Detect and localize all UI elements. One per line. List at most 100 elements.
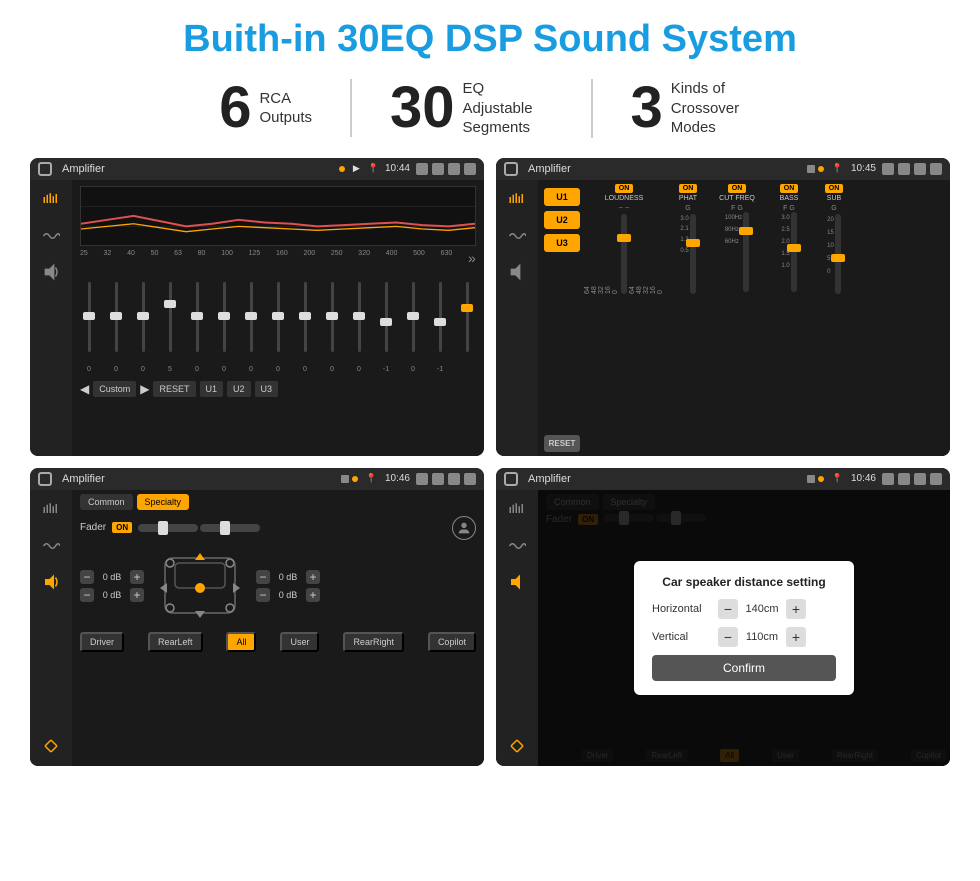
vol-rl-minus[interactable]: −	[80, 588, 94, 602]
phat-toggle[interactable]: ON	[679, 184, 698, 193]
home-icon-3[interactable]	[38, 472, 52, 486]
eq-slider-1[interactable]	[107, 272, 125, 362]
stats-row: 6 RCAOutputs 30 EQ AdjustableSegments 3 …	[30, 79, 950, 138]
fader-slider-2[interactable]	[200, 524, 260, 532]
cutfreq-label: CUT FREQ	[719, 195, 755, 202]
eq-slider-5[interactable]	[215, 272, 233, 362]
copilot-btn[interactable]: Copilot	[428, 632, 476, 652]
vol-rl-value: 0 dB	[98, 590, 126, 600]
eq-u2-btn[interactable]: U2	[227, 381, 251, 397]
driver-btn[interactable]: Driver	[80, 632, 124, 652]
fader-sliders	[138, 524, 260, 532]
bass-slider[interactable]	[791, 212, 797, 292]
horizontal-plus-btn[interactable]: +	[786, 599, 806, 619]
sidebar-speaker-icon-2[interactable]	[505, 260, 529, 284]
horizontal-value: 140cm	[742, 603, 782, 615]
vertical-minus-btn[interactable]: −	[718, 627, 738, 647]
status-dot-4	[818, 476, 824, 482]
eq-prev-btn[interactable]: ◀	[80, 382, 89, 396]
sub-label: SUB	[827, 195, 841, 202]
sidebar-arrows-icon-3[interactable]	[39, 734, 63, 758]
vol-fr-plus[interactable]: +	[306, 570, 320, 584]
sidebar-wave-icon-4[interactable]	[505, 534, 529, 558]
cutfreq-fg: FG	[731, 205, 743, 212]
sidebar-speaker-icon-3[interactable]	[39, 570, 63, 594]
cutfreq-slider[interactable]	[743, 212, 749, 292]
tab-common[interactable]: Common	[80, 494, 133, 510]
tab-specialty[interactable]: Specialty	[137, 494, 190, 510]
loudness-toggle[interactable]: ON	[615, 184, 634, 193]
vertical-stepper: − 110cm +	[718, 627, 806, 647]
vertical-plus-btn[interactable]: +	[786, 627, 806, 647]
eq-slider-4[interactable]	[188, 272, 206, 362]
eq-slider-3[interactable]	[161, 272, 179, 362]
val-10: 0	[350, 366, 368, 373]
phat-slider[interactable]	[690, 214, 696, 294]
eq-reset-btn[interactable]: RESET	[153, 381, 195, 397]
sub-slider[interactable]	[835, 214, 841, 294]
screen3-sidebar	[30, 490, 72, 766]
all-btn[interactable]: All	[226, 632, 256, 652]
vol-fl-minus[interactable]: −	[80, 570, 94, 584]
val-5: 0	[215, 366, 233, 373]
eq-slider-12[interactable]	[404, 272, 422, 362]
eq-u3-btn[interactable]: U3	[255, 381, 279, 397]
vol-rl-plus[interactable]: +	[130, 588, 144, 602]
eq-slider-13[interactable]	[431, 272, 449, 362]
eq-slider-14[interactable]	[458, 272, 476, 362]
vol-rr-minus[interactable]: −	[256, 588, 270, 602]
eq-slider-9[interactable]	[323, 272, 341, 362]
preset-u2[interactable]: U2	[544, 211, 580, 229]
sidebar-speaker-icon[interactable]	[39, 260, 63, 284]
vol-row-rl: − 0 dB +	[80, 588, 144, 602]
cutfreq-toggle[interactable]: ON	[728, 184, 747, 193]
sidebar-wave-icon-2[interactable]	[505, 224, 529, 248]
home-icon[interactable]	[38, 162, 52, 176]
sidebar-wave-icon[interactable]	[39, 224, 63, 248]
home-icon-4[interactable]	[504, 472, 518, 486]
sidebar-speaker-icon-4[interactable]	[505, 570, 529, 594]
eq-slider-2[interactable]	[134, 272, 152, 362]
bass-toggle[interactable]: ON	[780, 184, 799, 193]
eq-u1-btn[interactable]: U1	[200, 381, 224, 397]
vol-rr-value: 0 dB	[274, 590, 302, 600]
eq-slider-8[interactable]	[296, 272, 314, 362]
vol-rr-plus[interactable]: +	[306, 588, 320, 602]
camera-icon	[416, 163, 428, 175]
eq-slider-10[interactable]	[350, 272, 368, 362]
loudness-slider[interactable]	[621, 214, 627, 294]
eq-slider-11[interactable]	[377, 272, 395, 362]
eq-custom-btn[interactable]: Custom	[93, 381, 136, 397]
crossover-reset-btn[interactable]: RESET	[544, 435, 580, 452]
home-icon-2[interactable]	[504, 162, 518, 176]
val-13: -1	[431, 366, 449, 373]
eq-next-btn[interactable]: ▶	[140, 382, 149, 396]
sidebar-eq-icon-2[interactable]	[505, 188, 529, 212]
preset-u1[interactable]: U1	[544, 188, 580, 206]
rearleft-btn[interactable]: RearLeft	[148, 632, 203, 652]
eq-slider-6[interactable]	[242, 272, 260, 362]
bass-fg: FG	[783, 205, 795, 212]
play-icon: ▶	[353, 163, 360, 174]
sub-toggle[interactable]: ON	[825, 184, 844, 193]
preset-u3[interactable]: U3	[544, 234, 580, 252]
rearright-btn[interactable]: RearRight	[343, 632, 404, 652]
fader-slider-1[interactable]	[138, 524, 198, 532]
eq-slider-0[interactable]	[80, 272, 98, 362]
sidebar-eq-icon[interactable]	[39, 188, 63, 212]
location-icon-3: 📍	[366, 473, 377, 484]
val-12: 0	[404, 366, 422, 373]
confirm-button[interactable]: Confirm	[652, 655, 836, 681]
stat-eq-label: EQ AdjustableSegments	[463, 79, 553, 138]
eq-slider-7[interactable]	[269, 272, 287, 362]
horizontal-minus-btn[interactable]: −	[718, 599, 738, 619]
sidebar-eq-icon-4[interactable]	[505, 498, 529, 522]
expand-icon[interactable]: »	[468, 250, 476, 266]
vol-fr-minus[interactable]: −	[256, 570, 270, 584]
sidebar-eq-icon-3[interactable]	[39, 498, 63, 522]
loudness-param1: ~	[619, 205, 623, 212]
sidebar-arrows-icon-4[interactable]	[505, 734, 529, 758]
vol-fl-plus[interactable]: +	[130, 570, 144, 584]
sidebar-wave-icon-3[interactable]	[39, 534, 63, 558]
user-btn[interactable]: User	[280, 632, 319, 652]
